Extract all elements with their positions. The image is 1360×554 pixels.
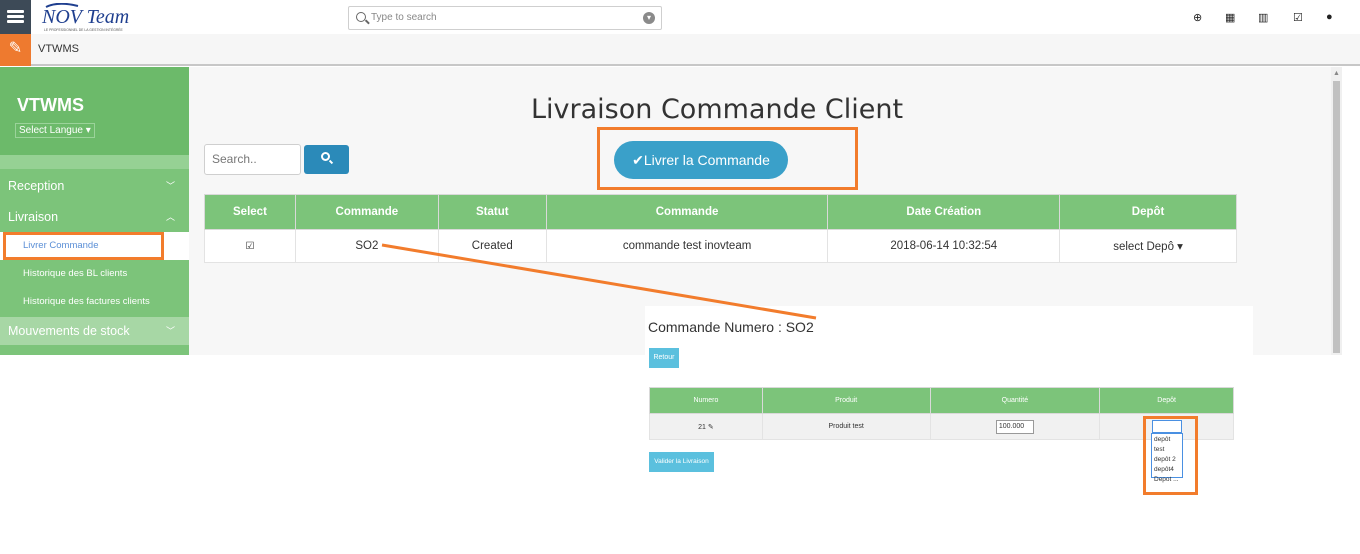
annotation-arrow [381,243,817,320]
